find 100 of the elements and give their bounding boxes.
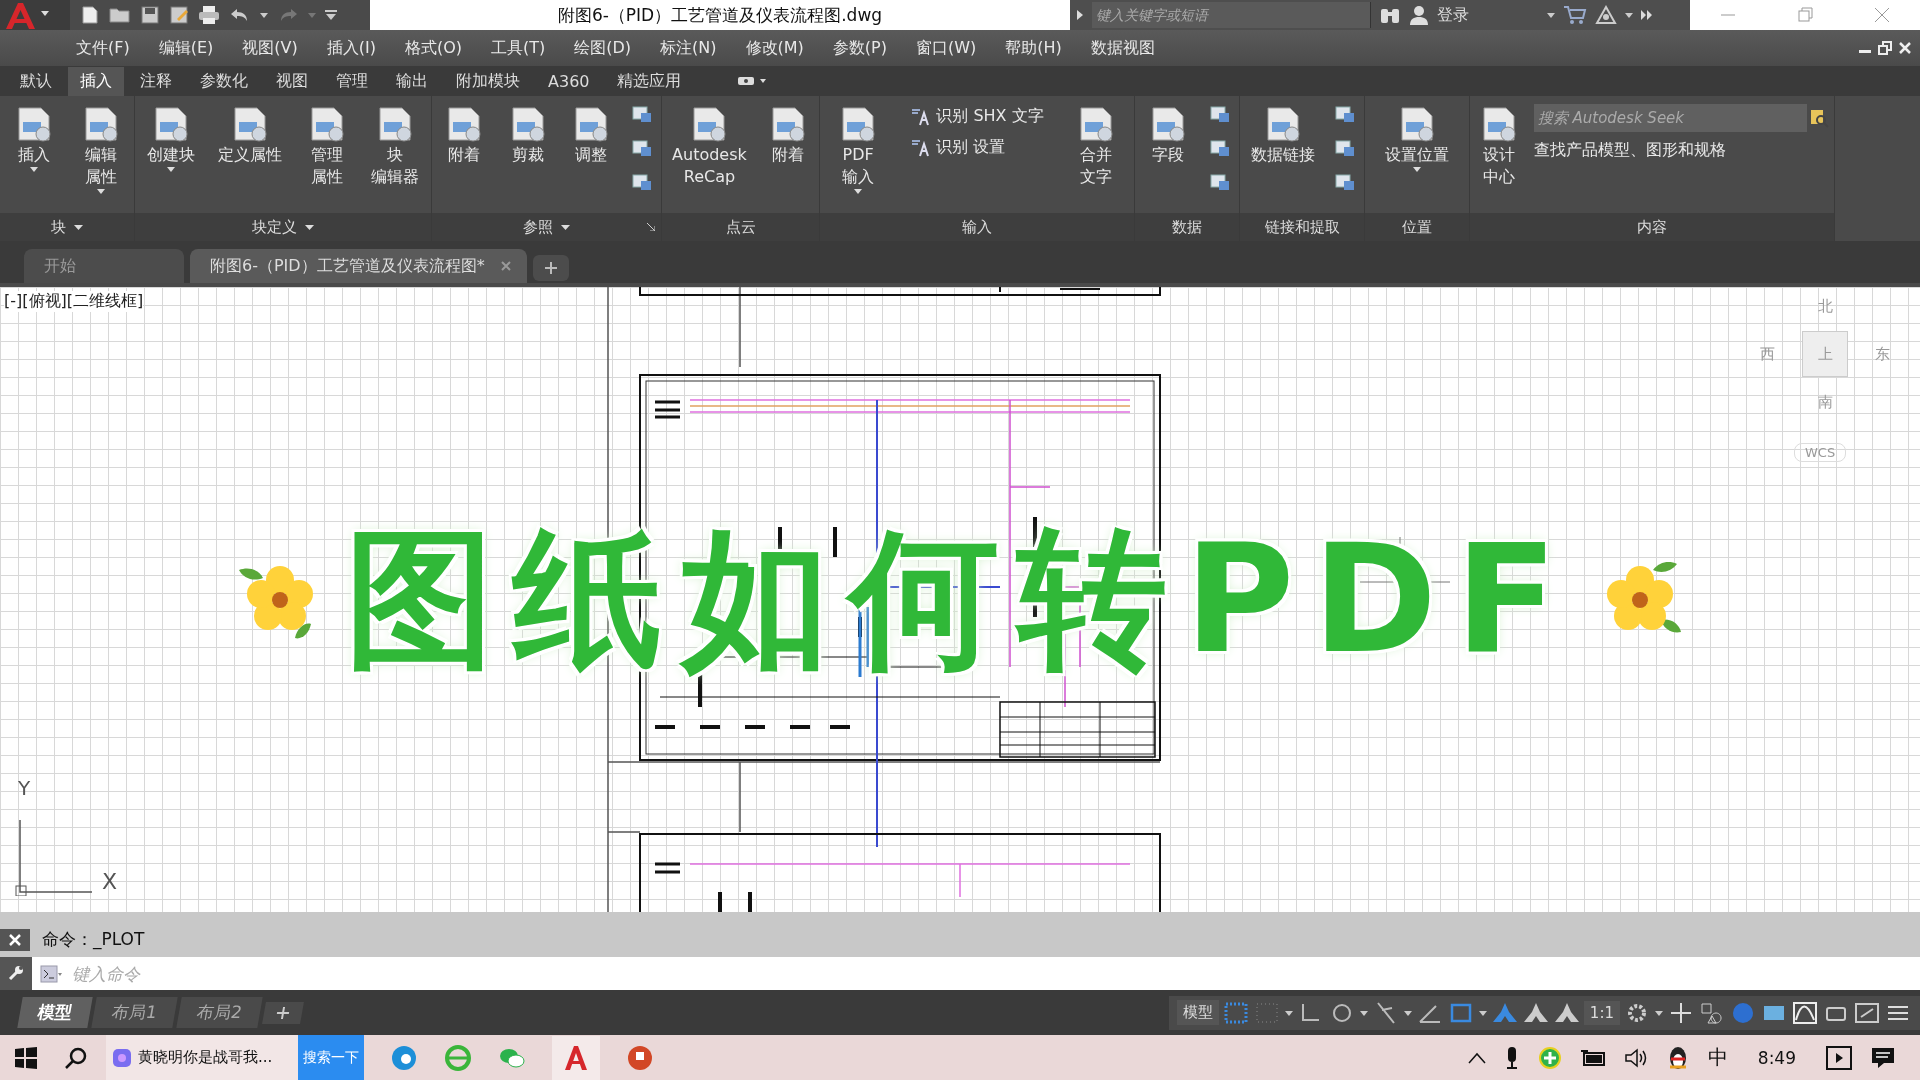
ribbon-button[interactable]: 剪裁: [503, 104, 552, 166]
caret-icon[interactable]: [561, 224, 570, 230]
dialog-launcher-icon[interactable]: [647, 223, 655, 231]
seek-search-field[interactable]: 搜索 Autodesk Seek: [1533, 104, 1807, 132]
ribbon-tab[interactable]: 默认: [8, 66, 64, 96]
ribbon-button[interactable]: 设置位置: [1382, 104, 1452, 172]
customize-icon[interactable]: [325, 10, 337, 20]
ribbon-button[interactable]: 定义属性: [215, 104, 286, 166]
ribbon-button[interactable]: 字段: [1143, 104, 1192, 166]
menu-item[interactable]: 标注(N): [660, 37, 717, 59]
chevron-up-icon[interactable]: [1467, 1051, 1486, 1064]
tool-icon[interactable]: [631, 104, 654, 124]
close-icon[interactable]: [0, 929, 30, 951]
plus-icon[interactable]: [274, 1005, 291, 1020]
caret-icon[interactable]: [29, 166, 38, 172]
ribbon-tab[interactable]: 注释: [128, 66, 184, 96]
graph-icon[interactable]: [1791, 999, 1819, 1026]
double-arrow-icon[interactable]: [1641, 10, 1653, 20]
viewport-label[interactable]: [-][俯视][二维线框]: [4, 291, 144, 312]
new-tab-button[interactable]: [532, 255, 569, 281]
tool-icon[interactable]: [1334, 104, 1356, 124]
menu-item[interactable]: 参数(P): [832, 37, 887, 59]
panel-title[interactable]: 链接和提取: [1264, 217, 1340, 237]
search-field[interactable]: 键入关键字或短语: [1092, 2, 1371, 28]
ribbon-button[interactable]: 设计 中心: [1475, 104, 1524, 188]
folder-icon[interactable]: [109, 5, 131, 25]
caret-icon[interactable]: [1413, 166, 1421, 172]
panel-title[interactable]: 参照: [523, 217, 553, 237]
tool-icon[interactable]: [1208, 104, 1231, 124]
input-method-indicator[interactable]: 中: [1707, 1044, 1728, 1071]
tool-icon[interactable]: [1208, 172, 1231, 192]
restore-icon[interactable]: [1878, 41, 1892, 55]
prompt-icon[interactable]: [40, 964, 62, 983]
new-file-icon[interactable]: [80, 5, 100, 25]
ribbon-button[interactable]: 识别 设置: [910, 137, 1044, 158]
menu-item[interactable]: 修改(M): [745, 37, 804, 59]
cart-icon[interactable]: [1563, 5, 1587, 25]
ribbon-button[interactable]: 创建块: [143, 104, 198, 172]
taskbar-search-field[interactable]: 黄晓明你是战哥我...: [106, 1035, 298, 1080]
plus-icon[interactable]: [543, 261, 558, 275]
menu-item[interactable]: 数据视图: [1090, 37, 1155, 59]
save-as-icon[interactable]: [169, 5, 189, 25]
ribbon-button[interactable]: Autodesk ReCap: [669, 104, 750, 188]
save-icon[interactable]: [140, 5, 160, 25]
presentation-app-icon[interactable]: [626, 1043, 654, 1072]
windows-logo-icon[interactable]: [14, 1045, 38, 1070]
ribbon-tab[interactable]: 参数化: [188, 66, 260, 96]
caret-icon[interactable]: [166, 166, 175, 172]
layout-tab[interactable]: 布局2: [176, 997, 263, 1028]
model-space-button[interactable]: 模型: [1176, 1000, 1219, 1025]
ribbon-tab[interactable]: 视图: [264, 66, 320, 96]
menu-item[interactable]: 绘图(D): [574, 37, 632, 59]
search-icon[interactable]: [1808, 108, 1829, 128]
ribbon-tab[interactable]: 输出: [384, 66, 440, 96]
caret-icon[interactable]: [1625, 12, 1633, 18]
ribbon-tab[interactable]: A360: [536, 67, 602, 95]
ribbon-button[interactable]: 管理 属性: [302, 104, 351, 188]
panel-title[interactable]: 点云: [725, 217, 756, 237]
ribbon-button[interactable]: PDF 输入: [834, 104, 883, 194]
menu-item[interactable]: 插入(I): [326, 37, 376, 59]
menu-item[interactable]: 编辑(E): [158, 37, 214, 59]
ribbon-tab[interactable]: 附加模块: [444, 66, 532, 96]
ribbon-button[interactable]: 附着: [763, 104, 812, 166]
ribbon-tab[interactable]: 管理: [324, 66, 380, 96]
ribbon-button[interactable]: 调整: [567, 104, 616, 166]
tool-icon[interactable]: [1334, 172, 1356, 192]
browser-icon[interactable]: [390, 1043, 418, 1072]
annotation-scale-button[interactable]: 1:1: [1583, 1000, 1620, 1025]
ribbon-button[interactable]: 合并 文字: [1071, 104, 1120, 188]
tool-icon[interactable]: [631, 138, 654, 158]
speaker-icon[interactable]: [1623, 1046, 1648, 1069]
file-tab[interactable]: 附图6-（PID）工艺管道及仪表流程图*: [190, 249, 527, 283]
panel-title[interactable]: 内容: [1637, 217, 1667, 237]
menu-item[interactable]: 格式(O): [404, 37, 462, 59]
triangle-icon[interactable]: [1595, 5, 1617, 25]
menu-item[interactable]: 工具(T): [491, 37, 546, 59]
cad-app-icon[interactable]: [552, 1035, 600, 1080]
panel-title[interactable]: 位置: [1402, 217, 1432, 237]
ribbon-button[interactable]: 编辑 属性: [76, 104, 125, 194]
caret-icon[interactable]: [260, 12, 268, 18]
menu-item[interactable]: 帮助(H): [1005, 37, 1062, 59]
tool-icon[interactable]: [631, 172, 654, 192]
tool-icon[interactable]: [1208, 138, 1231, 158]
panel-toggle-icon[interactable]: [737, 75, 768, 87]
user-icon[interactable]: [1409, 4, 1429, 26]
ribbon-tab[interactable]: 精选应用: [605, 66, 694, 96]
ribbon-button[interactable]: 识别 SHX 文字: [910, 106, 1044, 127]
menu-item[interactable]: 文件(F): [76, 37, 130, 59]
caret-icon[interactable]: [854, 188, 863, 194]
caret-icon[interactable]: [1547, 12, 1555, 18]
panel-title[interactable]: 块定义: [252, 217, 297, 237]
ribbon-button[interactable]: 块 编辑器: [368, 104, 423, 188]
add-layout-button[interactable]: [261, 1001, 304, 1024]
panel-title[interactable]: 块: [51, 217, 66, 237]
caret-icon[interactable]: [96, 188, 105, 194]
ribbon-button[interactable]: 插入: [9, 104, 58, 172]
tool-icon[interactable]: [1334, 138, 1356, 158]
layout-tab[interactable]: 布局1: [91, 997, 178, 1028]
panel-title[interactable]: 输入: [962, 217, 992, 237]
ribbon-tab[interactable]: 插入: [68, 66, 124, 96]
